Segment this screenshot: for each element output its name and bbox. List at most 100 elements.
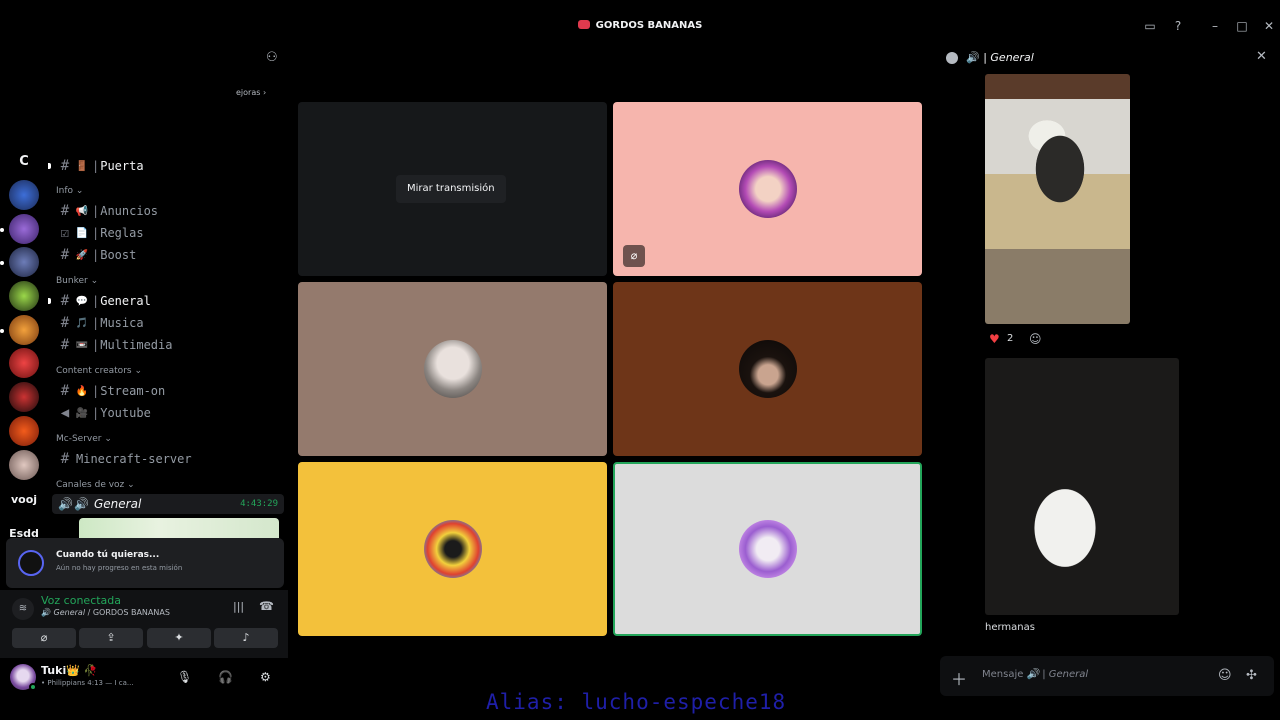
noise-suppression-icon[interactable]: ||| <box>233 600 244 613</box>
stream-preview[interactable] <box>79 518 279 538</box>
participant-avatar <box>739 160 797 218</box>
stream-tile[interactable]: Mirar transmisión <box>298 102 607 276</box>
channel-puerta[interactable]: # 🚪 | Puerta <box>56 156 144 176</box>
unread-dot <box>0 228 4 232</box>
speaker-icon: 🔊 <box>74 497 89 511</box>
window-title: GORDOS BANANAS <box>0 20 1280 31</box>
channel-musica[interactable]: # 🎵 | Musica <box>56 313 144 333</box>
participant-avatar <box>424 340 482 398</box>
apps-icon[interactable]: ✣ <box>1246 668 1257 683</box>
disconnect-icon[interactable]: ☎ <box>259 599 274 613</box>
participant-tile[interactable] <box>298 462 607 636</box>
category-content-creators[interactable]: Content creators ⌄ <box>56 366 142 376</box>
server-icon[interactable] <box>9 214 39 244</box>
participant-tile[interactable]: ⌀ <box>613 102 922 276</box>
help-icon[interactable]: ? <box>1170 18 1186 34</box>
server-icon[interactable] <box>9 450 39 480</box>
emoji-icon[interactable]: ☺ <box>1218 668 1232 683</box>
door-icon: 🚪 <box>75 160 89 172</box>
category-mc-server[interactable]: Mc-Server ⌄ <box>56 434 112 444</box>
server-icon[interactable] <box>9 281 39 311</box>
tape-icon: 📼 <box>75 339 89 351</box>
signal-icon[interactable]: ≋ <box>12 598 34 620</box>
settings-gear-icon[interactable]: ⚙ <box>260 670 271 684</box>
participant-tile-speaking[interactable] <box>613 462 922 636</box>
message-composer[interactable]: ＋ Mensaje 🔊 | General ☺ ✣ <box>940 656 1274 696</box>
muted-icon: ⌀ <box>623 245 645 267</box>
server-icon[interactable] <box>9 247 39 277</box>
unread-indicator <box>48 163 51 169</box>
channel-anuncios[interactable]: # 📢 | Anuncios <box>56 201 158 221</box>
channel-general[interactable]: # 💬 | General <box>56 291 151 311</box>
close-window-icon[interactable]: ✕ <box>1261 18 1277 34</box>
inbox-icon[interactable]: ▭ <box>1142 18 1158 34</box>
hash-icon: # <box>60 293 70 309</box>
category-info[interactable]: Info ⌄ <box>56 186 83 196</box>
username[interactable]: Tuki👑 🥀 <box>41 664 97 677</box>
rocket-icon: 🚀 <box>75 249 89 261</box>
megaphone-icon: 📢 <box>75 205 89 217</box>
voice-status[interactable]: Voz conectada <box>41 594 121 607</box>
voice-timer: 4:43:29 <box>240 499 278 509</box>
channel-youtube[interactable]: ◀ 🎥 | Youtube <box>56 403 151 423</box>
participant-avatar <box>739 340 797 398</box>
channel-stream-on[interactable]: # 🔥 | Stream-on <box>56 381 165 401</box>
category-bunker[interactable]: Bunker ⌄ <box>56 276 98 286</box>
server-icon[interactable] <box>9 180 39 210</box>
hash-icon: # <box>60 383 70 399</box>
minimize-icon[interactable]: – <box>1207 18 1223 34</box>
soundboard-button[interactable]: ♪ <box>214 628 278 648</box>
participant-avatar <box>739 520 797 578</box>
server-folder-label[interactable]: vooj <box>0 493 48 506</box>
quest-icon <box>18 550 44 576</box>
participant-tile[interactable] <box>613 282 922 456</box>
message-image-cat[interactable] <box>985 74 1130 324</box>
close-chat-icon[interactable]: ✕ <box>1256 49 1267 64</box>
voice-location: 🔊 General / GORDOS BANANAS <box>41 608 170 617</box>
user-panel: Tuki👑 🥀 • Philippians 4:13 — I ca... 🎙 🎧… <box>0 658 288 698</box>
server-icon[interactable] <box>9 315 39 345</box>
category-voice-channels[interactable]: Canales de voz ⌄ <box>56 480 135 490</box>
online-status-icon <box>29 683 37 691</box>
server-icon[interactable] <box>9 382 39 412</box>
fire-icon: 🔥 <box>75 385 89 397</box>
microphone-icon[interactable]: 🎙 <box>177 670 192 684</box>
activities-button[interactable]: ✦ <box>147 628 211 648</box>
quest-subtitle: Aún no hay progreso en esta misión <box>56 564 183 572</box>
message-image-cats[interactable] <box>985 358 1179 615</box>
participant-avatar <box>424 520 482 578</box>
screen-share-button[interactable]: ⇪ <box>79 628 143 648</box>
reaction-count[interactable]: 2 <box>1007 333 1013 344</box>
server-letter[interactable]: C <box>0 154 48 169</box>
maximize-icon[interactable]: □ <box>1234 18 1250 34</box>
boost-upgrades-link[interactable]: ejoras › <box>236 88 266 97</box>
watch-stream-button[interactable]: Mirar transmisión <box>396 175 506 203</box>
heart-reaction-icon[interactable]: ♥ <box>989 332 1000 346</box>
speaker-active-icon: 🔊 <box>58 497 73 511</box>
unread-indicator <box>48 298 51 304</box>
hash-icon: # <box>60 451 70 467</box>
add-member-icon[interactable]: ⚇ <box>266 50 284 68</box>
channel-multimedia[interactable]: # 📼 | Multimedia <box>56 335 173 355</box>
hash-icon: # <box>60 247 70 263</box>
message-input[interactable]: Mensaje 🔊 | General <box>982 669 1088 680</box>
channel-boost[interactable]: # 🚀 | Boost <box>56 245 137 265</box>
camera-icon: 🎥 <box>75 407 89 419</box>
custom-status: • Philippians 4:13 — I ca... <box>41 679 134 687</box>
channel-minecraft-server[interactable]: # Minecraft-server <box>56 449 192 469</box>
hash-icon: # <box>60 158 70 174</box>
camera-off-button[interactable]: ⌀ <box>12 628 76 648</box>
add-reaction-icon[interactable]: ☺ <box>1029 332 1042 346</box>
title-bar: GORDOS BANANAS ▭ ? – □ ✕ <box>0 0 1280 44</box>
participant-tile[interactable] <box>298 282 607 456</box>
headphones-icon[interactable]: 🎧 <box>218 670 233 684</box>
document-icon: 📄 <box>75 227 89 239</box>
chat-title: 🔊 | General <box>966 51 1034 64</box>
server-icon[interactable] <box>9 416 39 446</box>
quest-card[interactable]: Cuando tú quieras... Aún no hay progreso… <box>6 538 284 588</box>
server-icon[interactable] <box>9 348 39 378</box>
speaker-icon: 🔊 <box>966 51 980 64</box>
channel-reglas[interactable]: ☑ 📄 | Reglas <box>56 223 144 243</box>
attach-plus-icon[interactable]: ＋ <box>951 666 967 690</box>
voice-channel-general[interactable]: 🔊 🔊 General 4:43:29 <box>52 494 284 514</box>
